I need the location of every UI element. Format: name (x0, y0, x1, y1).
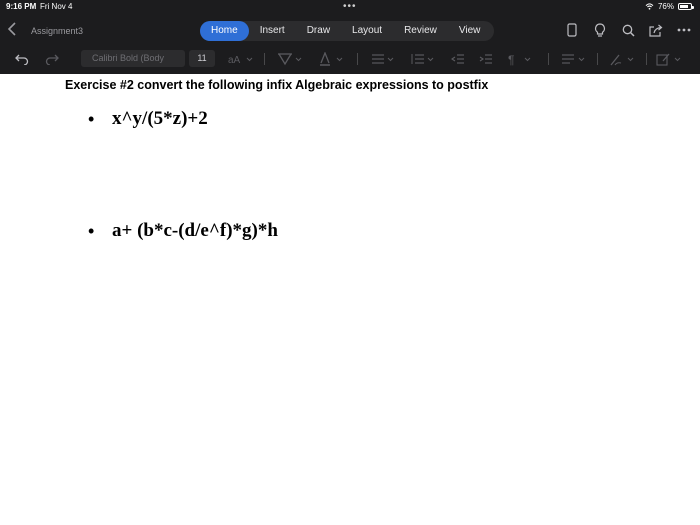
expression-1: x^y/(5*z)+2 (112, 108, 208, 129)
font-color-icon[interactable] (318, 51, 346, 67)
exercise-heading: Exercise #2 convert the following infix … (65, 78, 489, 92)
tablet-icon[interactable] (564, 22, 580, 38)
title-bar: Assignment3 Home Insert Draw Layout Revi… (0, 18, 700, 44)
share-icon[interactable] (648, 22, 664, 38)
styles-icon[interactable] (609, 51, 637, 67)
ribbon-tabs: Home Insert Draw Layout Review View (200, 21, 494, 41)
multitask-dots[interactable]: ••• (343, 1, 357, 12)
font-size-icon[interactable]: aA (226, 51, 256, 67)
redo-icon[interactable] (43, 51, 61, 67)
expression-2: a+ (b*c-(d/e^f)*g)*h (112, 220, 278, 241)
title-bar-actions (564, 22, 692, 38)
tab-home[interactable]: Home (200, 21, 249, 41)
tab-draw[interactable]: Draw (296, 21, 341, 41)
ribbon-divider (646, 53, 647, 65)
status-right: 76% (645, 2, 694, 11)
outdent-icon[interactable] (449, 51, 467, 67)
status-bar: 9:16 PM Fri Nov 4 ••• 76% (0, 0, 700, 14)
align-icon[interactable] (560, 51, 588, 67)
svg-text:¶: ¶ (508, 53, 514, 66)
bullets-icon[interactable] (370, 51, 396, 67)
status-date: Fri Nov 4 (40, 2, 73, 11)
numbering-icon[interactable] (410, 51, 436, 67)
battery-percent: 76% (657, 2, 674, 11)
font-size-field[interactable]: 11 (189, 50, 215, 67)
ribbon-divider (264, 53, 265, 65)
ribbon-divider (357, 53, 358, 65)
status-time: 9:16 PM (6, 2, 37, 11)
document-title[interactable]: Assignment3 (31, 26, 83, 36)
editor-icon[interactable] (656, 51, 684, 67)
tab-layout[interactable]: Layout (341, 21, 393, 41)
wifi-icon (645, 3, 654, 10)
tab-view[interactable]: View (448, 21, 492, 41)
battery-fill (680, 5, 688, 8)
more-icon[interactable] (676, 22, 692, 38)
undo-icon[interactable] (13, 51, 31, 67)
tab-insert[interactable]: Insert (249, 21, 296, 41)
document-page[interactable]: Exercise #2 convert the following infix … (0, 74, 700, 525)
bullet-marker: • (88, 109, 95, 129)
ribbon-divider (597, 53, 598, 65)
back-chevron-icon[interactable] (7, 21, 23, 39)
font-name-field[interactable]: Calibri Bold (Body (81, 50, 185, 67)
indent-icon[interactable] (477, 51, 495, 67)
lightbulb-icon[interactable] (592, 22, 608, 38)
svg-text:aA: aA (228, 55, 241, 65)
ribbon-divider (548, 53, 549, 65)
ribbon-toolbar: Calibri Bold (Body 11 aA ¶ (0, 48, 700, 70)
app-chrome: 9:16 PM Fri Nov 4 ••• 76% Assignment3 Ho… (0, 0, 700, 74)
paragraph-icon[interactable]: ¶ (507, 51, 535, 67)
bullet-marker: • (88, 221, 95, 241)
battery-icon (678, 3, 694, 10)
search-icon[interactable] (620, 22, 636, 38)
tab-review[interactable]: Review (393, 21, 448, 41)
highlight-icon[interactable] (277, 51, 305, 67)
